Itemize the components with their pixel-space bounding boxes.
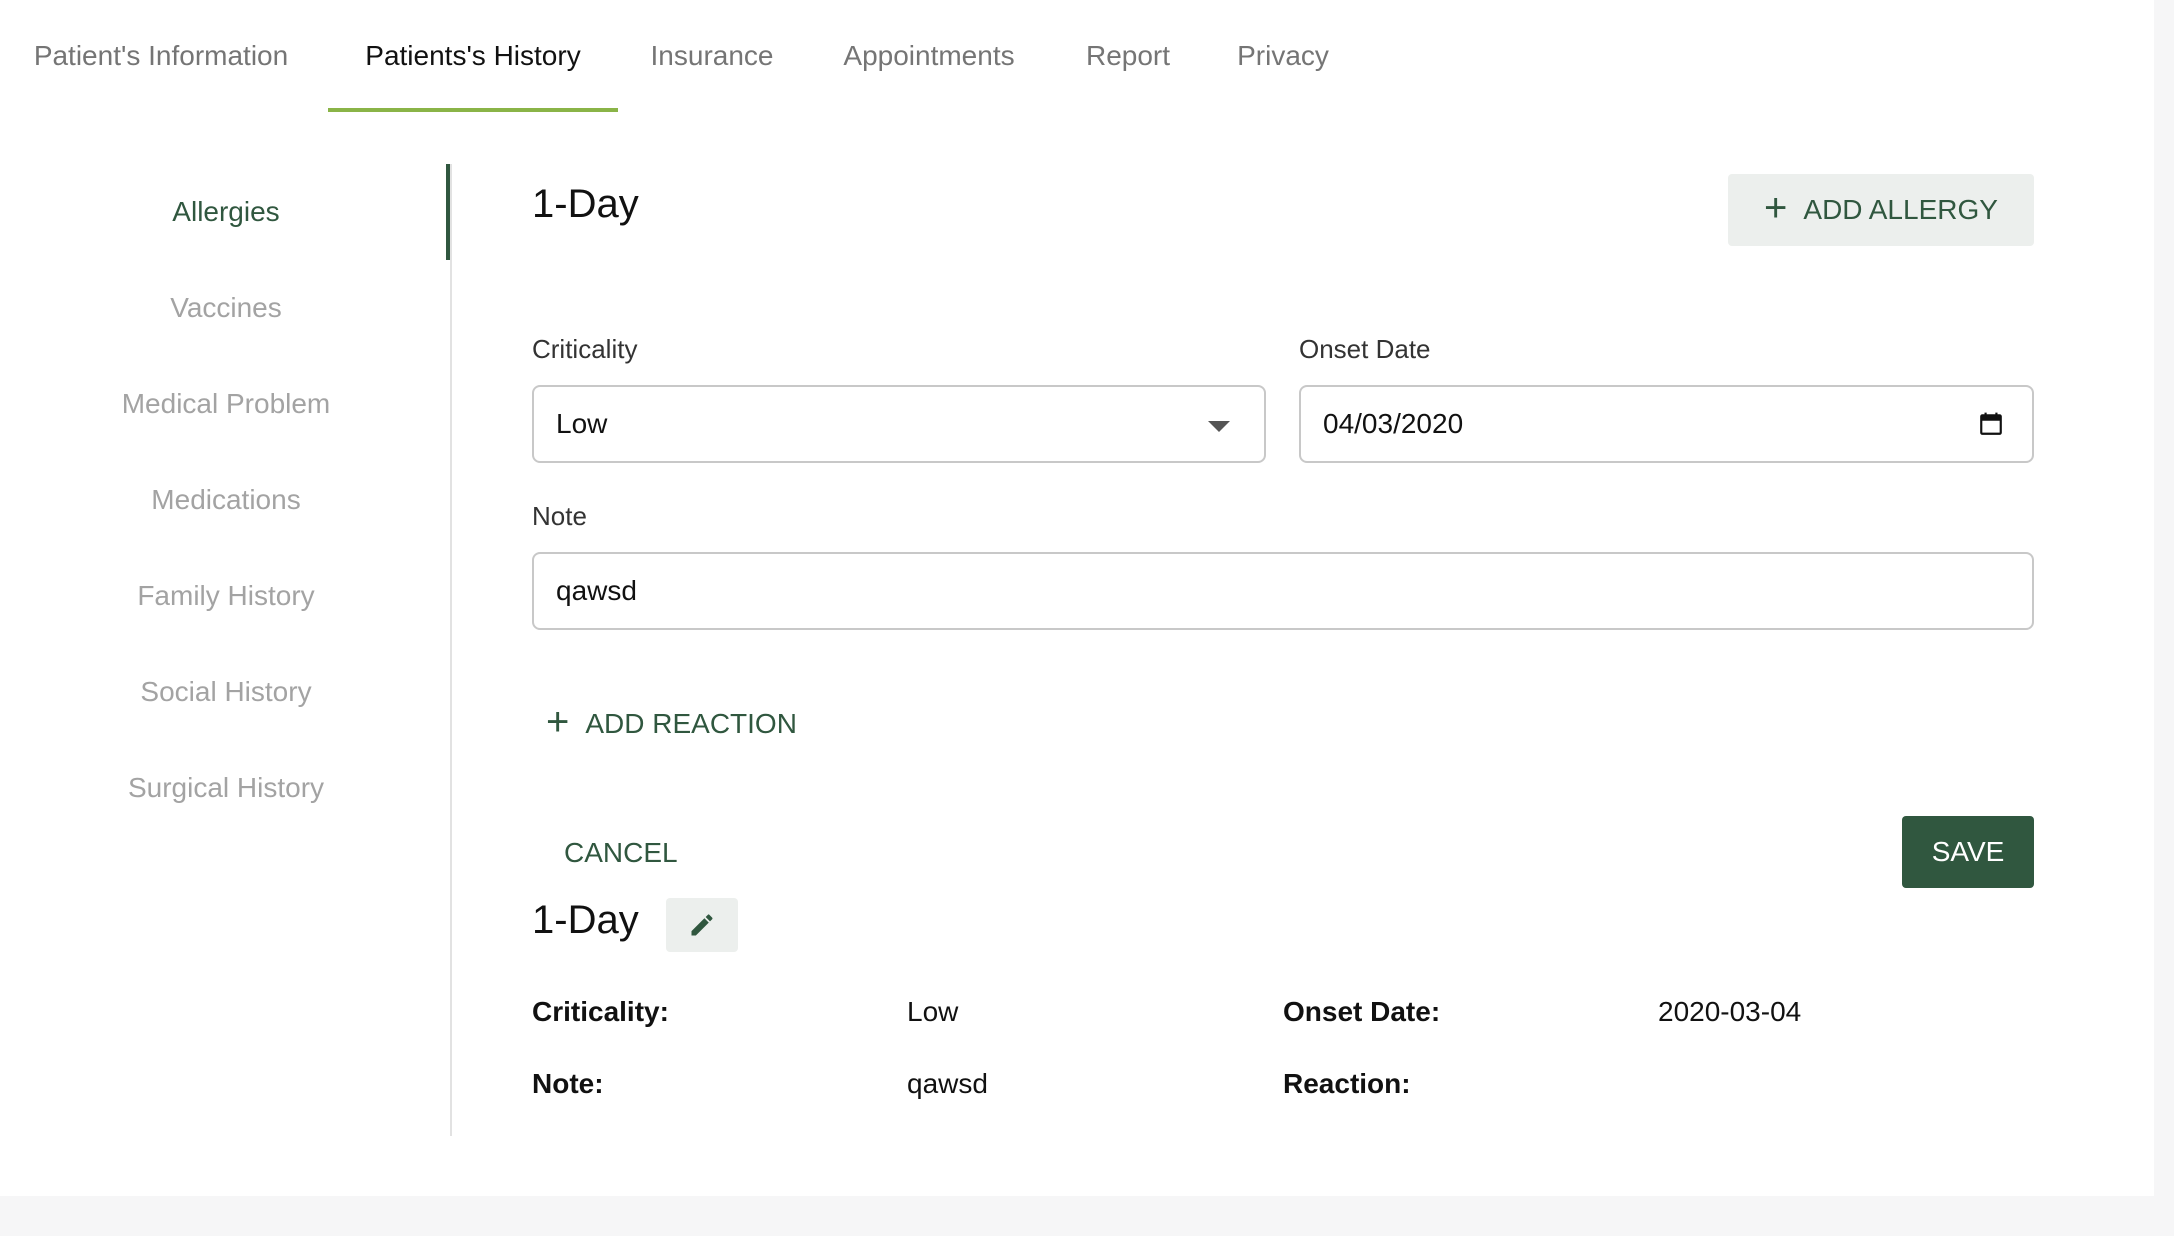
footer-band <box>0 1196 2174 1236</box>
tab-appointments[interactable]: Appointments <box>810 0 1048 112</box>
summary-reaction-label: Reaction: <box>1283 1068 1411 1099</box>
calendar-icon[interactable] <box>1978 411 2004 437</box>
sidebar-item-vaccines[interactable]: Vaccines <box>0 260 452 356</box>
tab-insurance[interactable]: Insurance <box>624 0 800 112</box>
tab-patients-information[interactable]: Patient's Information <box>0 0 322 112</box>
cancel-button[interactable]: CANCEL <box>564 830 678 876</box>
onset-date-label: Onset Date <box>1299 334 1431 364</box>
sidebar-item-medical-problem[interactable]: Medical Problem <box>0 356 452 452</box>
summary-note-label: Note: <box>532 1068 604 1099</box>
sidebar-item-allergies[interactable]: Allergies <box>0 164 452 260</box>
sidebar-item-label: Family History <box>137 580 315 611</box>
edit-button[interactable] <box>666 898 738 952</box>
page: Patient's Information Patients's History… <box>0 0 2174 1236</box>
right-scroll-area <box>2154 0 2174 1236</box>
pencil-icon <box>691 914 713 936</box>
sidebar-item-label: Social History <box>140 676 312 707</box>
plus-icon: + <box>1764 186 1788 230</box>
sidebar-item-medications[interactable]: Medications <box>0 452 452 548</box>
onset-date-input[interactable]: 04/03/2020 <box>1299 385 2034 463</box>
dropdown-caret-icon <box>1208 421 1230 432</box>
summary-criticality-label: Criticality: <box>532 996 669 1027</box>
form-title: 1-Day <box>532 182 639 226</box>
sidebar-item-label: Medications <box>151 484 301 515</box>
sidebar-item-label: Medical Problem <box>121 388 331 419</box>
onset-date-value: 04/03/2020 <box>1323 408 1464 439</box>
criticality-value: Low <box>556 408 608 439</box>
add-reaction-button[interactable]: + ADD REACTION <box>546 699 797 749</box>
save-button[interactable]: SAVE <box>1902 816 2034 888</box>
sidebar-item-social-history[interactable]: Social History <box>0 644 452 740</box>
cancel-label: CANCEL <box>564 837 678 868</box>
active-indicator <box>446 164 450 260</box>
note-value: qawsd <box>556 575 637 606</box>
save-label: SAVE <box>1931 836 2005 867</box>
tab-privacy[interactable]: Privacy <box>1214 0 1352 112</box>
summary-onset-label: Onset Date: <box>1283 996 1441 1027</box>
note-label: Note <box>532 501 587 531</box>
note-input[interactable]: qawsd <box>532 552 2034 630</box>
sidebar-item-label: Allergies <box>172 196 280 227</box>
tab-report[interactable]: Report <box>1060 0 1196 112</box>
sidebar-item-family-history[interactable]: Family History <box>0 548 452 644</box>
summary-criticality-value: Low <box>907 996 959 1027</box>
add-allergy-button[interactable]: + ADD ALLERGY <box>1728 174 2034 246</box>
sidebar-item-label: Vaccines <box>170 292 282 323</box>
add-reaction-label: ADD REACTION <box>585 708 797 739</box>
add-allergy-label: ADD ALLERGY <box>1803 194 1998 225</box>
criticality-select[interactable]: Low <box>532 385 1266 463</box>
tab-patients-history[interactable]: Patients's History <box>328 0 618 112</box>
summary-title: 1-Day <box>532 898 639 942</box>
top-tab-bar: Patient's Information Patients's History… <box>0 0 2174 112</box>
sidebar-item-label: Surgical History <box>127 772 325 803</box>
summary-onset-value: 2020-03-04 <box>1658 996 1802 1027</box>
summary-note-value: qawsd <box>907 1068 988 1099</box>
plus-icon: + <box>546 700 570 744</box>
criticality-label: Criticality <box>532 334 638 364</box>
sidebar-item-surgical-history[interactable]: Surgical History <box>0 740 452 836</box>
history-sidebar: Allergies Vaccines Medical Problem Medic… <box>0 164 452 1136</box>
